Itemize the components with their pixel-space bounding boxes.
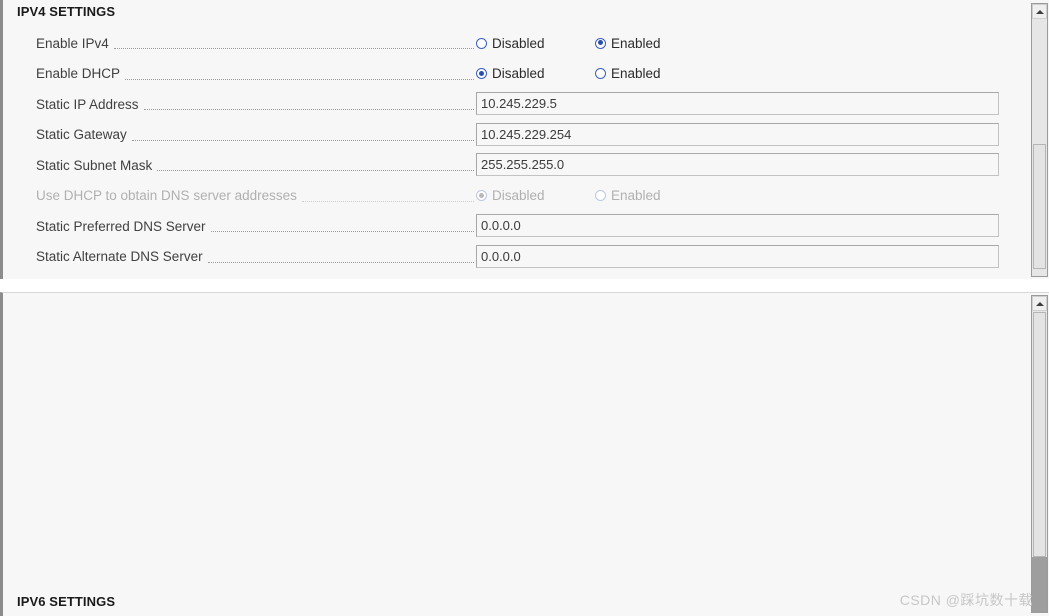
ipv4-scrollbar-thumb[interactable] [1033, 144, 1046, 269]
dotted-leader [143, 96, 474, 110]
scroll-up-arrow-icon [1035, 9, 1044, 14]
radio-group: Disabled [476, 183, 545, 209]
watermark: CSDN @踩坑数十载 [899, 592, 1033, 608]
ipv4-scroll-up-button[interactable] [1032, 4, 1047, 19]
row-label-wrap: Static Alternate DNS Server [36, 244, 474, 270]
dotted-leader [301, 188, 474, 202]
radio-group: Enabled [595, 183, 661, 209]
ipv6-scrollbar-track-lower[interactable] [1032, 557, 1047, 612]
panel-gap [0, 279, 1049, 292]
ipv6-settings-panel: IPV6 SETTINGS Enable IPv6DisabledEnabled… [0, 292, 1049, 616]
ipv4-scrollbar[interactable] [1031, 3, 1048, 277]
ipv6-section-title: IPV6 SETTINGS [17, 594, 116, 609]
dotted-leader [131, 127, 474, 141]
ipv6-scrollbar-thumb[interactable] [1033, 312, 1046, 557]
row-label: Enable IPv4 [36, 35, 109, 51]
row-label: Use DHCP to obtain DNS server addresses [36, 188, 297, 203]
row-label: Static Preferred DNS Server [36, 218, 206, 234]
radio-option-label: Disabled [492, 66, 545, 81]
settings-row: Enable IPv4 Disabled Enabled [3, 30, 1017, 56]
settings-row: Static Subnet Mask 255.255.255.0 [3, 152, 1017, 178]
row-label-wrap: Enable IPv4 [36, 30, 474, 56]
text-input[interactable]: 0.0.0.0 [476, 244, 999, 268]
radio-group: Enabled [595, 30, 661, 56]
radio-group: Enabled [595, 61, 661, 87]
row-label: Static Gateway [36, 127, 127, 142]
radio-option-label: Disabled [492, 188, 545, 203]
text-input[interactable]: 10.245.229.5 [476, 92, 999, 115]
radio-group: Disabled [476, 61, 545, 87]
dotted-leader [157, 157, 474, 171]
settings-row: Static Alternate DNS Server 0.0.0.0 [3, 244, 1017, 270]
dotted-leader [113, 35, 474, 49]
ipv4-settings-panel: IPV4 SETTINGS Enable IPv4 Disabled Enabled… [0, 0, 1049, 279]
radio-group: Disabled [476, 30, 545, 56]
row-label-wrap: Static Preferred DNS Server [36, 213, 474, 239]
radio-button-icon[interactable] [476, 68, 487, 79]
radio-option-label: Enabled [611, 35, 661, 51]
row-label-wrap: Use DHCP to obtain DNS server addresses [36, 183, 474, 209]
row-label: Enable DHCP [36, 66, 121, 81]
radio-option: Enabled [595, 183, 661, 209]
settings-row: Static Gateway 10.245.229.254 [3, 122, 1017, 148]
dotted-leader [210, 218, 474, 232]
radio-button-icon[interactable] [595, 37, 606, 49]
text-input[interactable]: 255.255.255.0 [476, 153, 999, 176]
radio-option-label: Enabled [611, 188, 661, 203]
text-input[interactable]: 10.245.229.254 [476, 122, 999, 146]
settings-row: Enable DHCP Disabled Enabled [3, 61, 1017, 87]
radio-option[interactable]: Disabled [476, 61, 545, 87]
radio-option-label: Disabled [492, 35, 545, 51]
row-label-wrap: Static Gateway [36, 122, 474, 148]
ipv4-section-title: IPV4 SETTINGS [17, 4, 116, 19]
radio-button-icon[interactable] [595, 68, 606, 79]
radio-button-icon[interactable] [476, 37, 487, 49]
radio-option[interactable]: Enabled [595, 30, 661, 56]
row-label-wrap: Enable DHCP [36, 61, 474, 87]
row-label-wrap: Static IP Address [36, 91, 474, 117]
ipv6-scroll-up-button[interactable] [1032, 296, 1047, 311]
radio-option-label: Enabled [611, 66, 661, 81]
text-input[interactable]: 0.0.0.0 [476, 214, 999, 237]
radio-option: Disabled [476, 183, 545, 209]
ipv6-scrollbar[interactable] [1031, 295, 1048, 613]
settings-row: Static IP Address 10.245.229.5 [3, 91, 1017, 117]
radio-button-icon [476, 190, 487, 201]
settings-row: Use DHCP to obtain DNS server addresses D… [3, 183, 1017, 209]
radio-option[interactable]: Disabled [476, 30, 545, 56]
radio-button-icon [595, 190, 606, 201]
dotted-leader [207, 249, 474, 263]
dotted-leader [125, 66, 474, 80]
row-label: Static IP Address [36, 96, 139, 112]
row-label: Static Alternate DNS Server [36, 249, 203, 264]
settings-row: Static Preferred DNS Server 0.0.0.0 [3, 213, 1017, 239]
row-label-wrap: Static Subnet Mask [36, 152, 474, 178]
row-label: Static Subnet Mask [36, 157, 153, 173]
radio-option[interactable]: Enabled [595, 61, 661, 87]
scroll-up-arrow-icon [1035, 301, 1044, 306]
